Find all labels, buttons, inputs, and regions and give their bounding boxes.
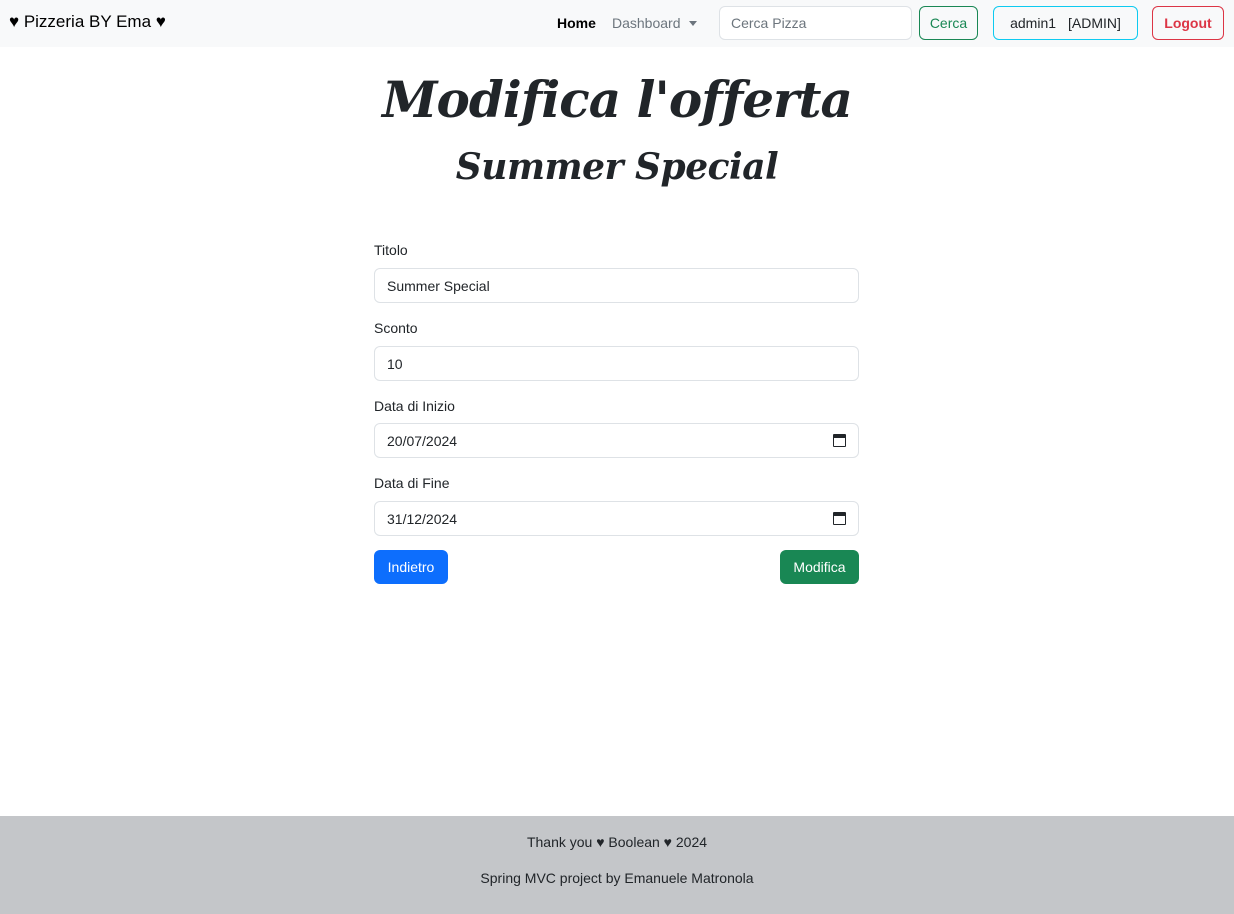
calendar-icon[interactable] bbox=[833, 512, 846, 525]
submit-button[interactable]: Modifica bbox=[780, 550, 859, 584]
calendar-icon[interactable] bbox=[833, 434, 846, 447]
start-date-value: 20/07/2024 bbox=[387, 432, 458, 449]
navbar: ♥ Pizzeria BY Ema ♥ Home Dashboard Cerca… bbox=[0, 0, 1234, 47]
discount-field[interactable]: 10 bbox=[374, 346, 859, 381]
footer-credits: Spring MVC project by Emanuele Matronola bbox=[480, 870, 754, 886]
user-button[interactable]: admin1 [ADMIN] bbox=[993, 6, 1138, 40]
page-subtitle: Summer Special bbox=[455, 146, 779, 188]
logout-button[interactable]: Logout bbox=[1152, 6, 1224, 40]
user-role-badge: [ADMIN] bbox=[1068, 15, 1121, 31]
footer-thanks: Thank you ♥ Boolean ♥ 2024 bbox=[526, 834, 708, 850]
dashboard-label: Dashboard bbox=[612, 15, 681, 31]
brand-logo[interactable]: ♥ Pizzeria BY Ema ♥ bbox=[9, 12, 166, 32]
footer: Thank you ♥ Boolean ♥ 2024 Spring MVC pr… bbox=[0, 816, 1234, 914]
end-date-field[interactable]: 31/12/2024 bbox=[374, 501, 859, 536]
discount-label: Sconto bbox=[374, 320, 418, 336]
back-button[interactable]: Indietro bbox=[374, 550, 448, 584]
page-title: Modifica l'offerta bbox=[382, 70, 853, 129]
discount-value: 10 bbox=[387, 355, 403, 372]
end-date-label: Data di Fine bbox=[374, 475, 450, 491]
title-value: Summer Special bbox=[387, 277, 490, 294]
title-label: Titolo bbox=[374, 242, 408, 258]
nav-dropdown-dashboard[interactable]: Dashboard bbox=[612, 15, 697, 31]
start-date-field[interactable]: 20/07/2024 bbox=[374, 423, 859, 458]
end-date-value: 31/12/2024 bbox=[387, 510, 458, 527]
search-input[interactable] bbox=[719, 6, 912, 40]
start-date-label: Data di Inizio bbox=[374, 398, 455, 414]
nav-link-home[interactable]: Home bbox=[557, 15, 596, 31]
title-field[interactable]: Summer Special bbox=[374, 268, 859, 303]
chevron-down-icon bbox=[688, 20, 697, 26]
search-button[interactable]: Cerca bbox=[919, 6, 978, 40]
user-name: admin1 bbox=[1010, 15, 1057, 31]
